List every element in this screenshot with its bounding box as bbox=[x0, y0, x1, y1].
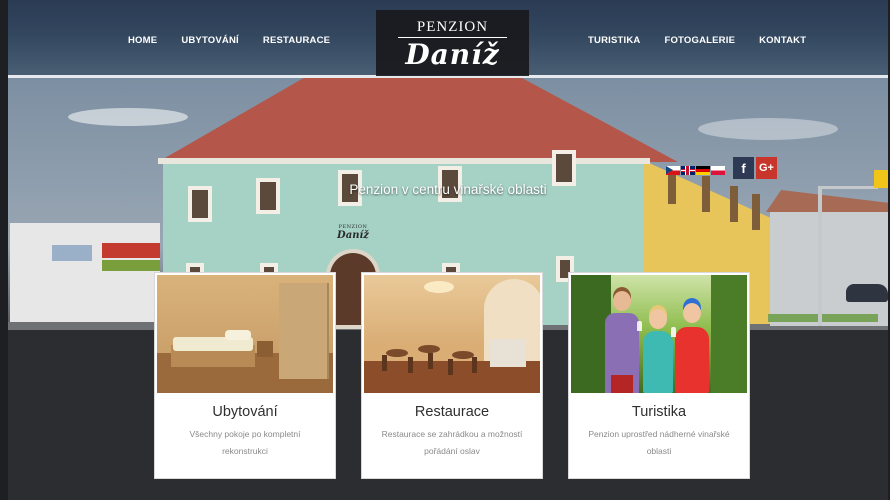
chair bbox=[472, 357, 477, 373]
shop-sign bbox=[102, 260, 160, 271]
person bbox=[605, 291, 639, 393]
parked-car bbox=[846, 284, 888, 302]
pillow bbox=[225, 330, 251, 340]
google-plus-icon[interactable]: G+ bbox=[756, 157, 777, 179]
shop-sign bbox=[102, 243, 160, 258]
bar-counter bbox=[490, 339, 526, 367]
street-pole bbox=[818, 186, 822, 326]
building-roof bbox=[158, 78, 678, 162]
ceiling-light bbox=[424, 281, 454, 293]
cloud bbox=[698, 118, 838, 140]
nav-kontakt[interactable]: KONTAKT bbox=[759, 35, 806, 46]
table bbox=[386, 349, 408, 357]
flag-cz-icon[interactable] bbox=[666, 166, 680, 175]
feature-cards: Ubytování Všechny pokoje po kompletní re… bbox=[155, 273, 749, 478]
nav-home[interactable]: HOME bbox=[128, 35, 157, 46]
site-logo[interactable]: PENZION Daníž bbox=[376, 10, 529, 76]
vineyard-photo bbox=[571, 275, 747, 393]
chair bbox=[408, 357, 413, 373]
flag-gb-icon[interactable] bbox=[681, 166, 695, 175]
wardrobe bbox=[279, 283, 329, 379]
facade-logo-script: Daníž bbox=[337, 230, 369, 241]
card-title: Turistika bbox=[631, 404, 687, 420]
social-links: f G+ bbox=[733, 157, 777, 179]
facebook-icon[interactable]: f bbox=[733, 157, 754, 179]
card-title: Ubytování bbox=[212, 404, 278, 420]
card-restaurace[interactable]: Restaurace Restaurace se zahrádkou a mož… bbox=[362, 273, 542, 478]
nav-fotogalerie[interactable]: FOTOGALERIE bbox=[664, 35, 735, 46]
building-cornice bbox=[158, 158, 650, 164]
cloud bbox=[68, 108, 188, 126]
restaurant-photo bbox=[364, 275, 540, 393]
flag-de-icon[interactable] bbox=[696, 166, 710, 175]
logo-top-word: PENZION bbox=[416, 19, 489, 35]
chair bbox=[428, 353, 433, 369]
card-turistika[interactable]: Turistika Penzion uprostřed nádherné vin… bbox=[569, 273, 749, 478]
table bbox=[418, 345, 440, 353]
logo-script-name: Daníž bbox=[405, 38, 500, 71]
chair bbox=[382, 355, 387, 371]
wine-glass-icon bbox=[637, 321, 642, 331]
bedroom-photo bbox=[157, 275, 333, 393]
nav-ubytovani[interactable]: UBYTOVÁNÍ bbox=[181, 35, 239, 46]
page: HOME UBYTOVÁNÍ RESTAURACE TURISTIKA FOTO… bbox=[8, 0, 888, 500]
grapevine bbox=[711, 275, 747, 393]
neighbor-building bbox=[10, 223, 160, 328]
flag-pl-icon[interactable] bbox=[711, 166, 725, 175]
card-description: Restaurace se zahrádkou a možností pořád… bbox=[381, 429, 523, 456]
person bbox=[675, 303, 709, 393]
person bbox=[643, 309, 673, 393]
window bbox=[752, 194, 760, 230]
person-head bbox=[649, 309, 667, 329]
table bbox=[452, 351, 474, 359]
person-head bbox=[683, 303, 701, 323]
shop-sign bbox=[52, 245, 92, 261]
language-switcher bbox=[666, 166, 725, 175]
main-nav-right: TURISTIKA FOTOGALERIE KONTAKT bbox=[588, 35, 806, 46]
card-title: Restaurace bbox=[414, 404, 490, 420]
card-description: Penzion uprostřed nádherné vinařské obla… bbox=[588, 429, 730, 456]
facade-logo: PENZION Daníž bbox=[330, 224, 376, 241]
nightstand bbox=[257, 341, 273, 357]
person-legs bbox=[611, 375, 633, 393]
neighbor-building bbox=[766, 190, 888, 326]
grass-strip bbox=[768, 314, 878, 322]
nav-turistika[interactable]: TURISTIKA bbox=[588, 35, 640, 46]
card-description: Všechny pokoje po kompletní rekonstrukci bbox=[189, 429, 301, 456]
person-head bbox=[613, 291, 631, 311]
main-nav-left: HOME UBYTOVÁNÍ RESTAURACE bbox=[128, 35, 330, 46]
hero-tagline: Penzion v centru vinařské oblasti bbox=[349, 182, 547, 197]
nav-restaurace[interactable]: RESTAURACE bbox=[263, 35, 330, 46]
chair bbox=[448, 359, 453, 375]
card-ubytovani[interactable]: Ubytování Všechny pokoje po kompletní re… bbox=[155, 273, 335, 478]
wine-glass-icon bbox=[671, 327, 676, 337]
window bbox=[552, 150, 576, 186]
